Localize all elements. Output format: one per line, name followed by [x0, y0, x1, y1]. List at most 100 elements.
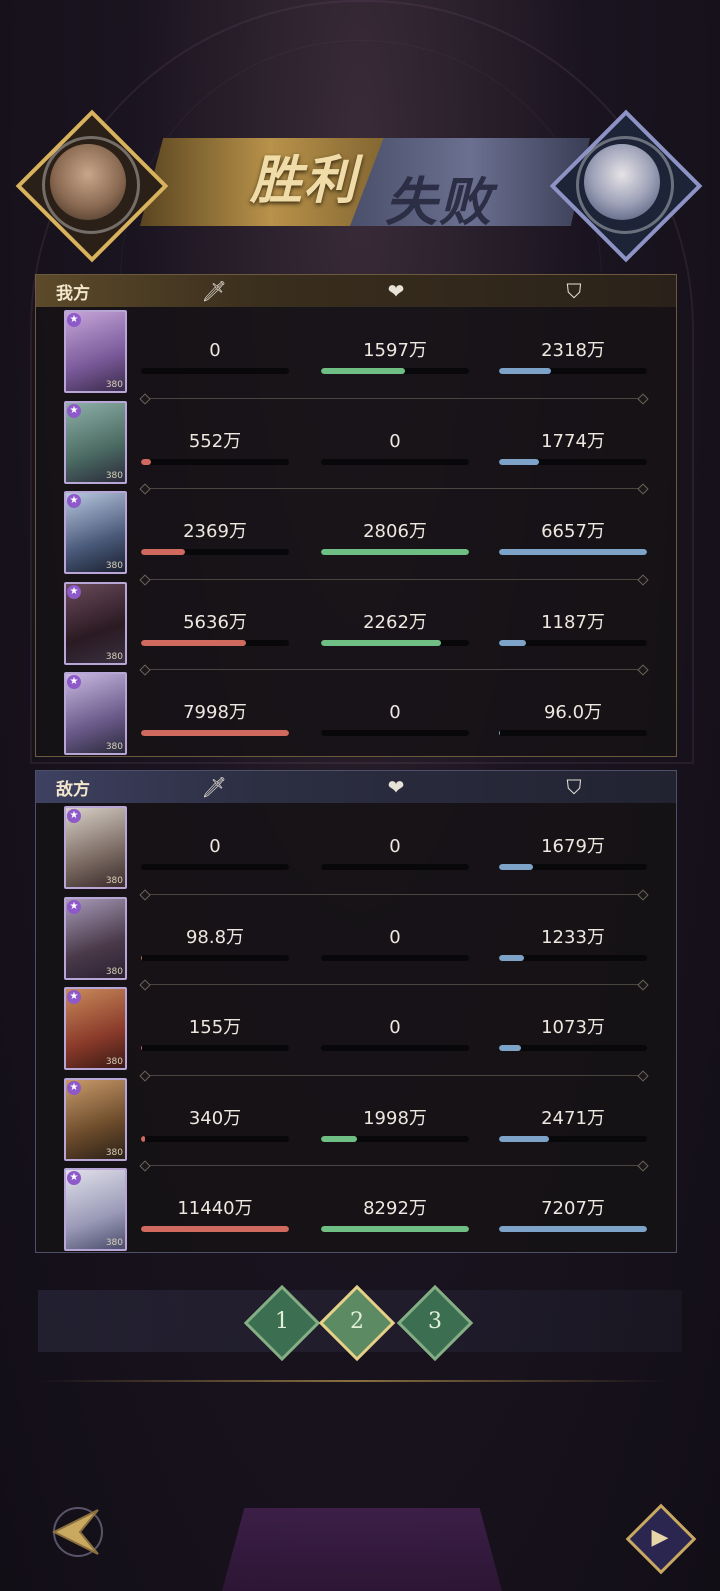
- attack-bar: [141, 1135, 289, 1142]
- back-arrow-icon: [51, 1507, 103, 1557]
- attack-stat: 2369万: [141, 521, 289, 556]
- attack-bar: [141, 639, 289, 646]
- defense-bar: [499, 368, 647, 374]
- defense-bar-fill: [499, 864, 534, 870]
- heal-bar: [321, 368, 469, 374]
- heal-bar: [321, 1226, 469, 1233]
- hero-level: 380: [105, 561, 123, 572]
- defense-value: 1187万: [541, 611, 605, 633]
- heal-bar: [321, 1045, 469, 1052]
- heal-bar: [321, 458, 469, 465]
- attack-value: 98.8万: [185, 926, 245, 948]
- rarity-star-icon: ★: [67, 313, 81, 327]
- shield-icon: ⛉: [566, 775, 582, 799]
- hero-card[interactable]: ★ 380: [64, 1077, 127, 1161]
- attack-bar: [141, 368, 289, 374]
- heart-icon: ❤: [387, 775, 405, 799]
- defense-bar-fill: [499, 1045, 522, 1052]
- defense-stat: 2318万: [499, 340, 647, 374]
- hero-level: 380: [105, 876, 123, 886]
- hero-card[interactable]: ★ 380: [64, 896, 127, 980]
- heal-stat: 0: [321, 1017, 469, 1052]
- heal-value: 0: [389, 926, 401, 948]
- result-banner: 胜利 失败: [15, 108, 703, 263]
- heal-stat: 1597万: [321, 340, 469, 374]
- defense-bar: [499, 1135, 647, 1142]
- hero-card[interactable]: ★ 380: [64, 1168, 127, 1252]
- rarity-star-icon: ★: [67, 809, 81, 823]
- defense-stat: 7207万: [499, 1198, 647, 1233]
- defense-stat: 1073万: [499, 1017, 647, 1052]
- defense-bar: [499, 1226, 647, 1233]
- replay-button[interactable]: ▶: [625, 1503, 697, 1575]
- heal-bar-fill: [321, 639, 441, 646]
- confirm-button[interactable]: [222, 1508, 502, 1591]
- defense-value: 1233万: [541, 926, 605, 948]
- heal-bar: [321, 549, 469, 556]
- hero-card[interactable]: ★ 380: [64, 581, 127, 665]
- defense-value: 1774万: [541, 430, 605, 452]
- hero-level: 380: [105, 380, 123, 390]
- attack-bar: [141, 1226, 289, 1233]
- stat-row: ★ 380 5636万 2262万 1187万: [36, 579, 676, 671]
- hero-level: 380: [105, 1147, 123, 1158]
- stat-row: ★ 380 98.8万 0 1233万: [36, 894, 676, 986]
- heal-stat: 0: [321, 927, 469, 961]
- victory-title: 胜利: [250, 150, 359, 211]
- heal-bar-fill: [321, 549, 469, 556]
- attack-bar-fill: [141, 1045, 143, 1052]
- heal-value: 0: [389, 430, 401, 452]
- defense-bar: [499, 1045, 647, 1052]
- hero-card[interactable]: ★ 380: [64, 672, 127, 756]
- heal-value: 2806万: [363, 521, 427, 543]
- defense-stat: 1679万: [499, 836, 647, 870]
- stat-row: ★ 380 7998万 0 96.0万: [36, 669, 676, 760]
- heal-bar: [321, 639, 469, 646]
- heal-stat: 2806万: [321, 521, 469, 556]
- defense-bar: [499, 549, 647, 556]
- heal-value: 0: [389, 836, 401, 857]
- defense-stat: 2471万: [499, 1108, 647, 1142]
- stat-row: ★ 380 2369万 2806万 6657万: [36, 488, 676, 580]
- attack-bar-fill: [141, 458, 152, 465]
- defense-bar-fill: [499, 639, 526, 646]
- hero-card[interactable]: ★ 380: [64, 400, 127, 484]
- attack-bar-fill: [141, 730, 289, 737]
- attack-stat: 0: [141, 340, 289, 374]
- attack-value: 0: [209, 340, 221, 361]
- heal-value: 0: [389, 702, 401, 724]
- defense-stat: 96.0万: [499, 702, 647, 737]
- defense-bar-fill: [499, 954, 525, 961]
- attack-bar: [141, 730, 289, 737]
- hero-card[interactable]: ★ 380: [64, 310, 127, 393]
- hero-card[interactable]: ★ 380: [64, 806, 127, 889]
- attack-value: 155万: [188, 1017, 242, 1039]
- attack-bar: [141, 864, 289, 870]
- hero-card[interactable]: ★ 380: [64, 491, 127, 575]
- attack-stat: 0: [141, 836, 289, 870]
- stat-row: ★ 380 155万 0 1073万: [36, 984, 676, 1076]
- defense-value: 1679万: [541, 836, 605, 857]
- attack-bar-fill: [141, 1226, 289, 1233]
- heal-stat: 1998万: [321, 1108, 469, 1142]
- enemy-leader-avatar[interactable]: [549, 109, 703, 263]
- heal-stat: 0: [321, 431, 469, 465]
- heal-bar-fill: [321, 368, 406, 374]
- attack-bar-fill: [141, 549, 186, 556]
- heal-stat: 2262万: [321, 612, 469, 646]
- back-button[interactable]: [36, 1500, 110, 1564]
- heal-stat: 0: [321, 702, 469, 737]
- defense-bar: [499, 954, 647, 961]
- attack-value: 0: [209, 836, 221, 857]
- attack-bar-fill: [141, 1135, 146, 1142]
- hero-level: 380: [105, 470, 123, 481]
- ally-panel-header: 我方 🗡 ❤ ⛉: [36, 275, 676, 307]
- attack-bar-fill: [141, 639, 247, 646]
- stat-row: ★ 380 552万 0 1774万: [36, 398, 676, 490]
- defense-stat: 1187万: [499, 612, 647, 646]
- rarity-star-icon: ★: [67, 584, 81, 599]
- hero-card[interactable]: ★ 380: [64, 987, 127, 1071]
- heal-value: 0: [389, 1017, 401, 1039]
- ally-leader-avatar[interactable]: [15, 109, 169, 263]
- hero-level: 380: [105, 1238, 123, 1249]
